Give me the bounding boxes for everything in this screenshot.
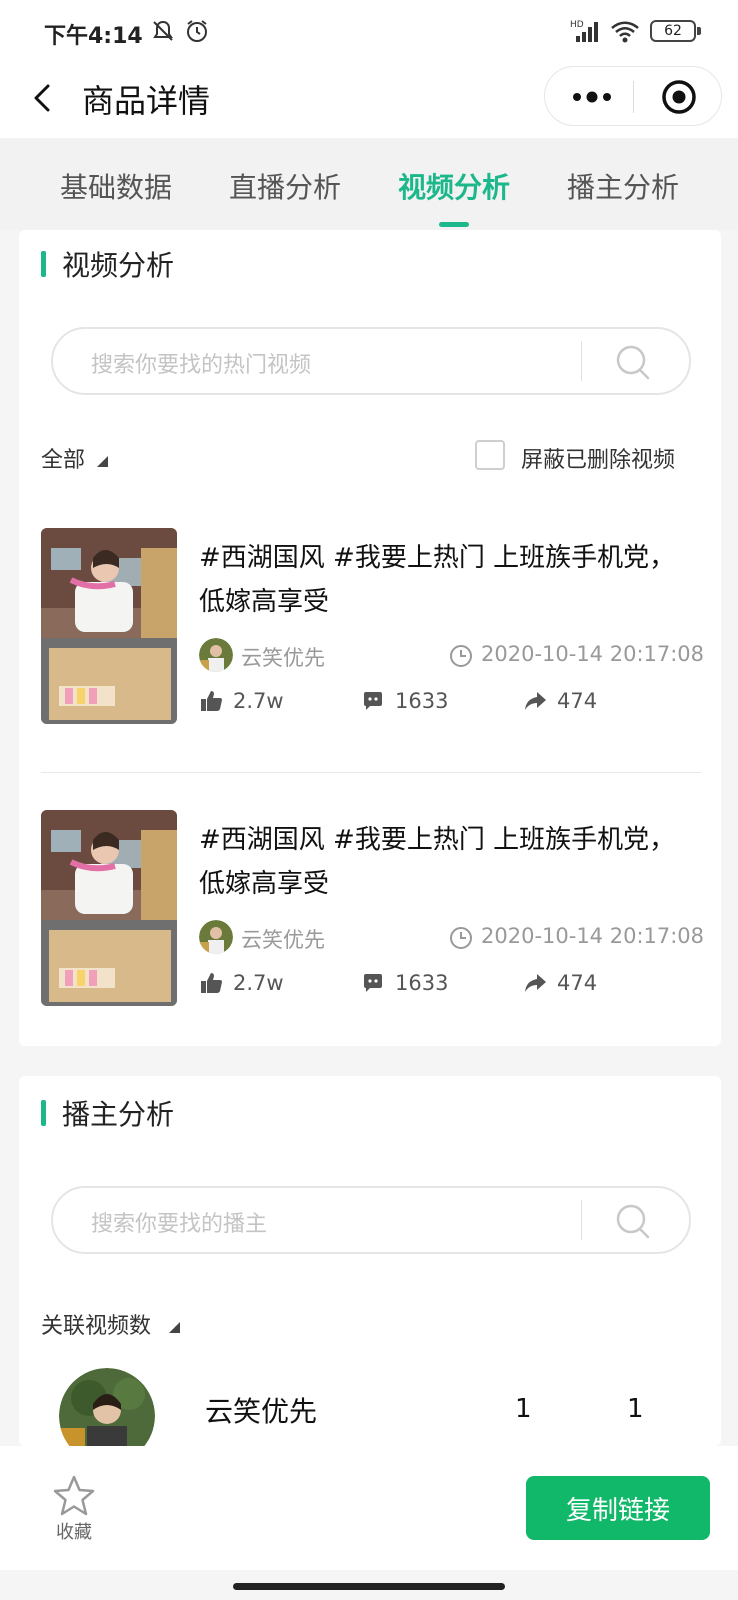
author-name: 云笑优先: [241, 928, 325, 952]
comments-stat: 1633: [361, 686, 448, 716]
comments-stat: 1633: [361, 968, 448, 998]
comments-count: 1633: [395, 689, 449, 713]
all-filter-dropdown[interactable]: 全部: [41, 442, 85, 474]
copy-link-button[interactable]: 复制链接: [526, 1476, 710, 1540]
tab-live-analysis[interactable]: 直播分析: [229, 166, 341, 206]
battery-icon: 62: [650, 20, 701, 42]
anchor-list-item[interactable]: 云笑优先 1 1: [41, 1368, 701, 1446]
search-icon[interactable]: [603, 339, 663, 385]
comments-count: 1633: [395, 971, 449, 995]
list-divider: [41, 772, 701, 773]
hd-signal-icon: HD: [570, 20, 598, 42]
section-accent-bar: [41, 251, 46, 277]
favorite-label: 收藏: [56, 1522, 92, 1543]
publish-time: 2020-10-14 20:17:08: [481, 924, 705, 948]
thumbs-up-icon: [201, 691, 222, 711]
video-search-placeholder: 搜索你要找的热门视频: [91, 353, 312, 378]
wifi-icon: [611, 21, 639, 43]
video-list-item[interactable]: #西湖国风 #我要上热门 上班族手机党，低嫁高享受 云笑优先 2020-10-1…: [41, 528, 705, 728]
tab-bar: 基础数据 直播分析 视频分析 播主分析: [0, 138, 738, 230]
section-accent-bar: [41, 1100, 46, 1126]
shares-stat: 474: [523, 968, 597, 998]
anchor-search-placeholder: 搜索你要找的播主: [91, 1212, 268, 1237]
share-icon: [525, 692, 546, 710]
anchor-related-videos: 1: [515, 1394, 532, 1424]
author-name: 云笑优先: [241, 646, 325, 670]
alarm-icon: [187, 20, 207, 42]
video-title[interactable]: #西湖国风 #我要上热门 上班族手机党，低嫁高享受: [199, 818, 699, 906]
comment-icon: [364, 692, 382, 710]
status-bar: 下午4:14 HD 62: [0, 0, 738, 64]
capsule-divider: [633, 81, 634, 113]
comment-icon: [364, 974, 382, 992]
video-stats-row: 2.7w 1633 474: [199, 686, 701, 716]
shares-count: 474: [557, 971, 598, 995]
video-analysis-card: 视频分析 搜索你要找的热门视频 全部 屏蔽已删除视频 #西湖国风 #我要上热门 …: [19, 230, 721, 1046]
clock-icon: [450, 645, 472, 667]
back-icon[interactable]: [24, 78, 64, 118]
caret-down-icon[interactable]: [95, 454, 109, 468]
anchor-value: 1: [627, 1394, 644, 1424]
hide-deleted-checkbox[interactable]: [475, 440, 505, 470]
anchor-section-header: 播主分析: [41, 1098, 174, 1131]
search-divider: [581, 1200, 582, 1240]
anchor-name: 云笑优先: [205, 1395, 318, 1428]
publish-time: 2020-10-14 20:17:08: [481, 642, 705, 666]
author-avatar: [199, 920, 233, 954]
video-section-title: 视频分析: [62, 249, 175, 282]
shares-stat: 474: [523, 686, 597, 716]
video-list-item[interactable]: #西湖国风 #我要上热门 上班族手机党，低嫁高享受 云笑优先 2020-10-1…: [41, 810, 705, 1010]
clock-icon: [450, 927, 472, 949]
caret-down-icon[interactable]: [167, 1320, 181, 1334]
tab-video-analysis[interactable]: 视频分析: [398, 166, 510, 206]
anchor-analysis-card: 播主分析 搜索你要找的播主 关联视频数 云笑优先 1 1: [19, 1076, 721, 1446]
shares-count: 474: [557, 689, 598, 713]
nav-bar: 商品详情: [0, 64, 738, 138]
close-icon[interactable]: [661, 79, 697, 115]
search-divider: [581, 341, 582, 381]
video-search-input[interactable]: 搜索你要找的热门视频: [51, 327, 691, 395]
page-title: 商品详情: [82, 82, 211, 120]
battery-level: 62: [664, 23, 682, 39]
svg-text:HD: HD: [570, 20, 584, 30]
hide-deleted-label[interactable]: 屏蔽已删除视频: [521, 442, 675, 474]
search-icon[interactable]: [603, 1198, 663, 1244]
mute-icon: [153, 20, 173, 41]
video-title[interactable]: #西湖国风 #我要上热门 上班族手机党，低嫁高享受: [199, 536, 699, 624]
bottom-action-bar: 收藏 复制链接: [0, 1446, 738, 1570]
anchor-section-title: 播主分析: [62, 1098, 175, 1131]
likes-count: 2.7w: [233, 971, 284, 995]
star-icon: [53, 1475, 95, 1516]
active-tab-indicator: [439, 222, 469, 227]
share-icon: [525, 974, 546, 992]
video-section-header: 视频分析: [41, 249, 174, 282]
video-meta-row: 云笑优先 2020-10-14 20:17:08: [199, 920, 705, 956]
anchor-search-input[interactable]: 搜索你要找的播主: [51, 1186, 691, 1254]
video-thumbnail[interactable]: [41, 810, 177, 1006]
video-thumbnail[interactable]: [41, 528, 177, 724]
video-meta-row: 云笑优先 2020-10-14 20:17:08: [199, 638, 705, 674]
home-indicator[interactable]: [233, 1583, 505, 1590]
tab-basic-data[interactable]: 基础数据: [60, 166, 172, 206]
status-time: 下午4:14: [44, 24, 143, 49]
likes-stat: 2.7w: [199, 968, 284, 998]
anchor-sort-row: 关联视频数: [41, 1306, 701, 1340]
favorite-button[interactable]: 收藏: [48, 1474, 100, 1546]
mini-program-capsule: [544, 66, 722, 126]
video-stats-row: 2.7w 1633 474: [199, 968, 701, 998]
more-icon[interactable]: [569, 85, 615, 109]
likes-count: 2.7w: [233, 689, 284, 713]
related-videos-sort[interactable]: 关联视频数: [41, 1308, 151, 1340]
author-avatar: [199, 638, 233, 672]
tab-anchor-analysis[interactable]: 播主分析: [567, 166, 679, 206]
likes-stat: 2.7w: [199, 686, 284, 716]
video-filter-row: 全部 屏蔽已删除视频: [41, 440, 701, 474]
thumbs-up-icon: [201, 973, 222, 993]
anchor-avatar: [59, 1368, 155, 1446]
